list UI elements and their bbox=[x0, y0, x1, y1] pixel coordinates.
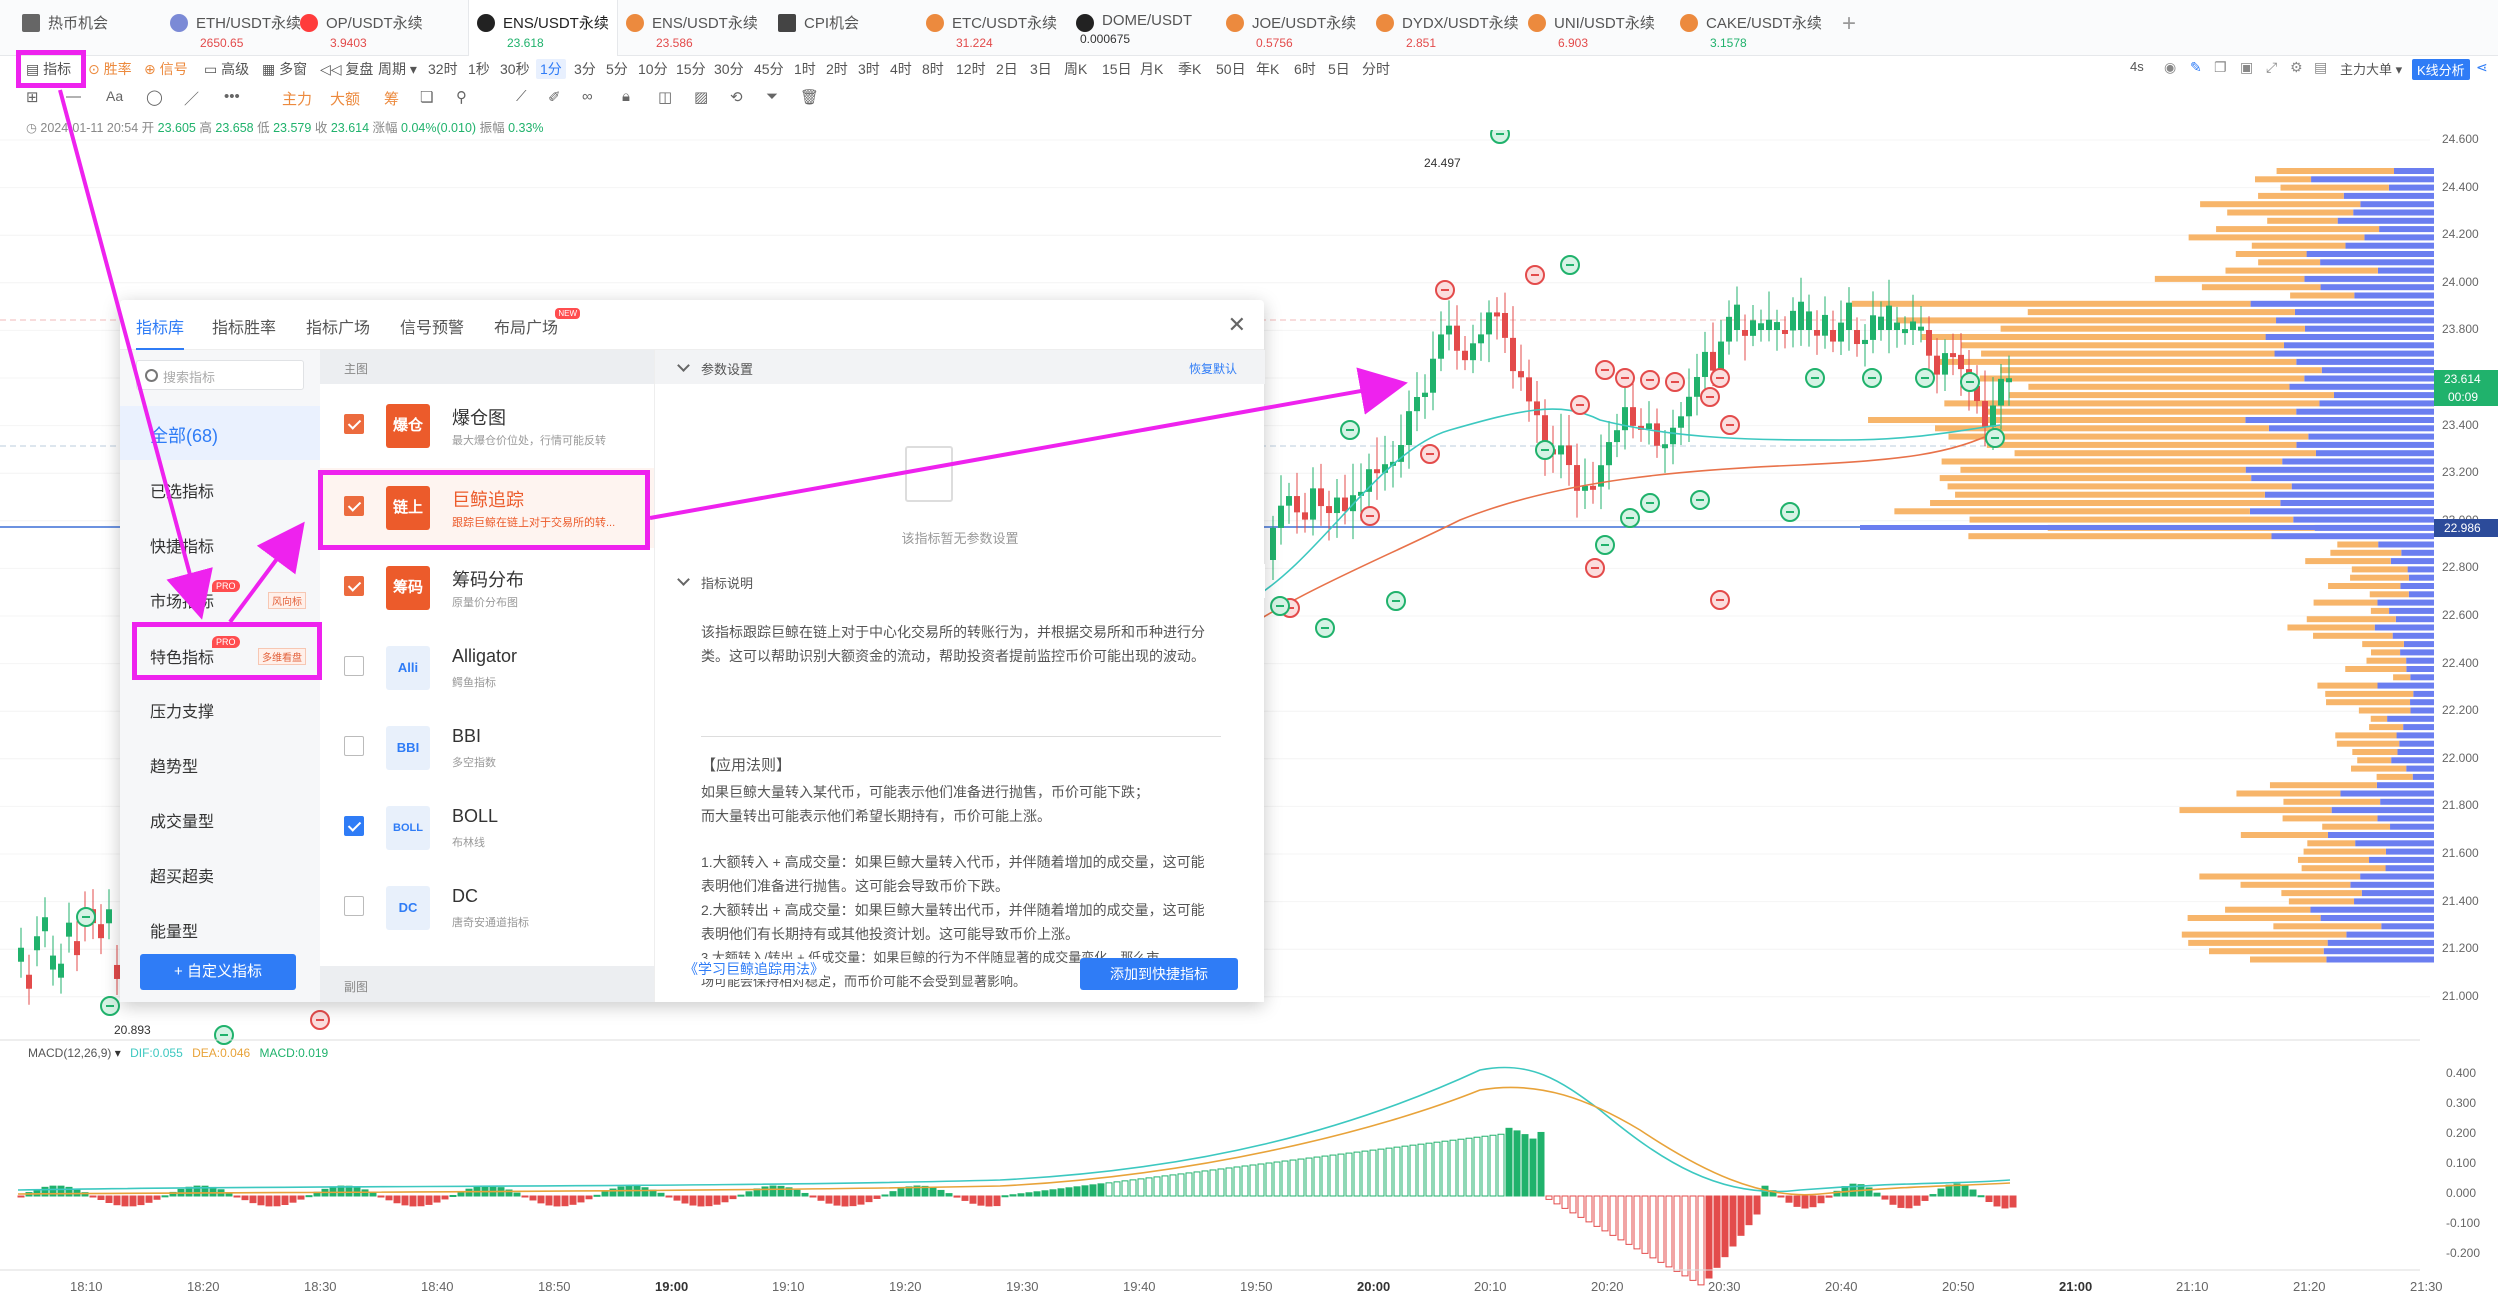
annotation-arrows bbox=[58, 89, 1408, 624]
